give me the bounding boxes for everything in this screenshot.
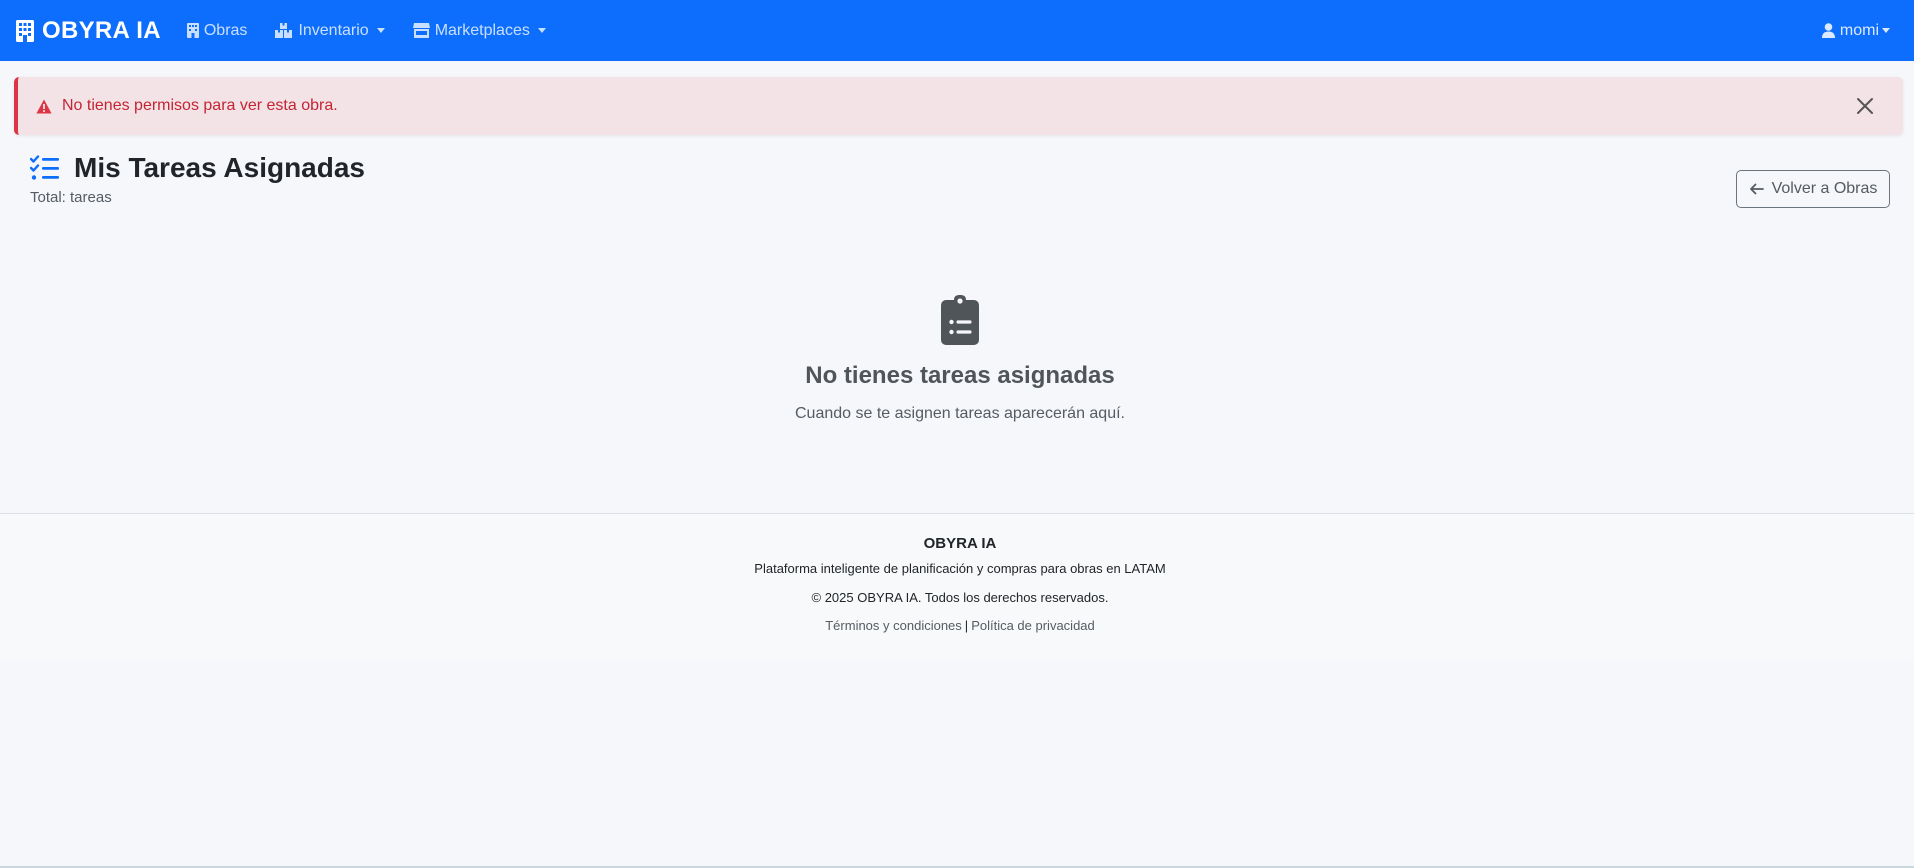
brand-name: OBYRA IA — [42, 16, 161, 44]
user-menu[interactable]: momi — [1821, 0, 1890, 61]
footer-copyright: © 2025 OBYRA IA. Todos los derechos rese… — [811, 590, 1109, 605]
nav-item-label: Marketplaces — [434, 21, 530, 39]
task-list-icon — [30, 155, 59, 180]
task-total: Total: tareas — [30, 189, 112, 206]
caret-down-icon — [1882, 28, 1890, 33]
nav-item-inventario[interactable]: Inventario — [275, 21, 385, 40]
nav-item-marketplaces[interactable]: Marketplaces — [412, 21, 546, 40]
footer-tagline: Plataforma inteligente de planificación … — [754, 561, 1166, 576]
footer-brand: OBYRA IA — [923, 535, 997, 552]
terms-link[interactable]: Términos y condiciones — [825, 618, 962, 633]
empty-title: No tienes tareas asignadas — [805, 362, 1115, 389]
empty-state: No tienes tareas asignadas Cuando se te … — [0, 295, 1914, 423]
permission-alert: No tienes permisos para ver esta obra. — [14, 77, 1903, 135]
footer-separator: | — [964, 618, 969, 633]
boxes-icon — [275, 23, 293, 38]
caret-down-icon — [537, 28, 546, 33]
empty-text: Cuando se te asignen tareas aparecerán a… — [794, 405, 1125, 422]
privacy-link[interactable]: Política de privacidad — [971, 618, 1095, 633]
nav-item-label: Inventario — [298, 21, 369, 39]
arrow-left-icon — [1749, 183, 1764, 195]
page-header: Mis Tareas Asignadas — [30, 152, 365, 184]
caret-down-icon — [376, 28, 385, 33]
store-icon — [412, 23, 430, 38]
warning-triangle-icon — [36, 99, 52, 113]
building-icon — [186, 23, 199, 38]
back-to-obras-button[interactable]: Volver a Obras — [1736, 170, 1890, 208]
nav-item-obras[interactable]: Obras — [186, 21, 248, 40]
back-button-label: Volver a Obras — [1771, 180, 1878, 197]
user-icon — [1821, 23, 1835, 38]
page-title: Mis Tareas Asignadas — [74, 152, 366, 183]
close-icon[interactable] — [1853, 94, 1877, 118]
user-name: momi — [1839, 21, 1879, 39]
nav-item-label: Obras — [203, 21, 248, 39]
page-footer: OBYRA IA Plataforma inteligente de plani… — [0, 513, 1914, 660]
building-icon — [16, 19, 34, 42]
top-navbar: OBYRA IA Obras Inventario Marketplaces m… — [0, 0, 1914, 61]
brand-logo[interactable]: OBYRA IA — [16, 17, 161, 45]
clipboard-list-icon — [941, 295, 979, 345]
footer-links: Términos y condiciones | Política de priva… — [0, 618, 1914, 633]
alert-message: No tienes permisos para ver esta obra. — [62, 97, 338, 114]
